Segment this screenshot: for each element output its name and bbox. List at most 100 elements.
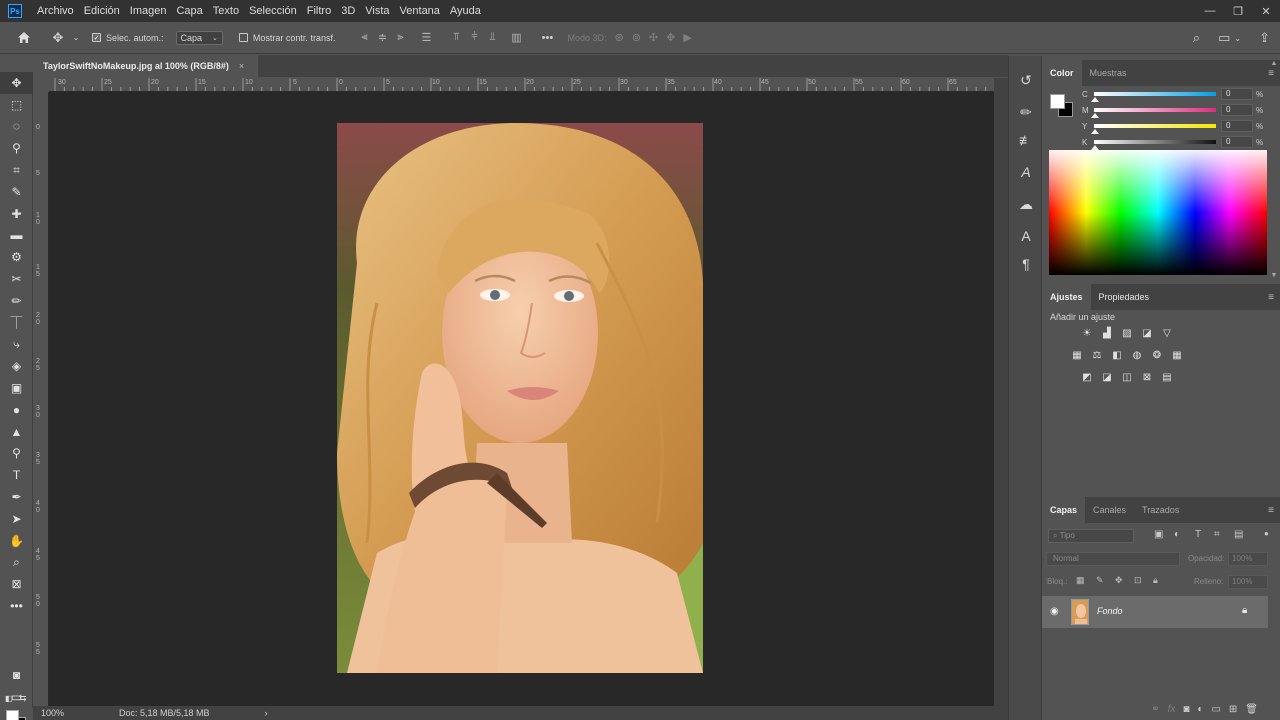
lasso-icon[interactable]: ◌ (0, 116, 33, 138)
zoom-level[interactable]: 100% (33, 708, 69, 718)
sharpen-icon[interactable]: ▲ (0, 421, 33, 443)
distribute-horizontal-icon[interactable]: ▥ (507, 22, 525, 54)
link-layers-icon[interactable]: ⚭ (1151, 704, 1159, 715)
move-tool-icon[interactable]: ✥ (0, 72, 33, 94)
menu-imagen[interactable]: Imagen (125, 0, 172, 22)
move-tool-icon[interactable]: ✥ (48, 22, 68, 54)
brush-icon[interactable]: ✏ (0, 290, 33, 312)
minimize-icon[interactable]: — (1196, 0, 1224, 22)
menu-edicion[interactable]: Edición (79, 0, 125, 22)
filter-toggle-icon[interactable]: ● (1264, 529, 1269, 538)
filter-shape-icon[interactable]: ⌗ (1214, 529, 1220, 540)
slider-track[interactable] (1091, 92, 1216, 102)
lock-all-icon[interactable]: 🔒︎ (1153, 575, 1158, 586)
screen-mode-icon[interactable]: ▭ (0, 686, 33, 708)
threshold-icon[interactable]: ◫ (1120, 370, 1134, 384)
orbit-3d-icon[interactable]: ⊛ (614, 31, 623, 44)
auto-select-checkbox[interactable]: ✓ (92, 33, 101, 42)
paragraph-icon[interactable]: ¶ (1009, 250, 1043, 278)
foreground-color-swatch[interactable] (6, 710, 19, 720)
panel-menu-icon[interactable]: ≡ (1268, 292, 1274, 303)
menu-ventana[interactable]: Ventana (395, 0, 445, 22)
workspace-chevron-icon[interactable]: ⌄ (1234, 22, 1241, 54)
history-icon[interactable]: ↺ (1009, 66, 1043, 94)
color-balance-icon[interactable]: ⚖ (1090, 348, 1104, 362)
stamp-icon[interactable]: ⏉ (0, 312, 33, 334)
magenta-slider[interactable]: M 0 % (1082, 103, 1272, 118)
align-bottom-icon[interactable]: ⫫ (483, 22, 501, 54)
blend-mode-dropdown[interactable]: Normal (1046, 552, 1180, 566)
document-canvas[interactable] (49, 92, 994, 706)
layer-filter-search[interactable]: ⌕ Tipo (1048, 529, 1134, 543)
healing-icon[interactable]: ✚ (0, 203, 33, 225)
frame-icon[interactable]: ⊠ (0, 573, 33, 595)
slider-value[interactable]: 0 (1221, 120, 1253, 132)
magic-wand-icon[interactable]: ⚲ (0, 137, 33, 159)
menu-vista[interactable]: Vista (360, 0, 394, 22)
zoom-icon[interactable]: ⌕ (0, 552, 33, 574)
slider-track[interactable] (1091, 124, 1216, 134)
scale-3d-icon[interactable]: ▶ (683, 31, 691, 44)
exposure-icon[interactable]: ◪ (1140, 326, 1154, 340)
add-mask-icon[interactable]: ◙ (1183, 704, 1189, 715)
restore-icon[interactable]: ❐ (1224, 0, 1252, 22)
align-right-icon[interactable]: ⫸ (391, 22, 409, 54)
lock-position-icon[interactable]: ✥ (1115, 575, 1123, 586)
posterize-icon[interactable]: ◪ (1100, 370, 1114, 384)
share-icon[interactable]: ⇪ (1259, 22, 1270, 54)
curves-icon[interactable]: ▨ (1120, 326, 1134, 340)
channel-mixer-icon[interactable]: ❂ (1150, 348, 1164, 362)
close-tab-icon[interactable]: × (239, 61, 244, 71)
properties-sliders-icon[interactable]: ≢ (1009, 126, 1043, 154)
slider-value[interactable]: 0 (1221, 88, 1253, 100)
character-icon[interactable]: A (1009, 222, 1043, 250)
slider-thumb[interactable] (1091, 113, 1099, 118)
pen-icon[interactable]: ✒ (0, 486, 33, 508)
path-select-icon[interactable]: ➤ (0, 508, 33, 530)
show-transform-checkbox[interactable] (238, 33, 248, 42)
tab-capas[interactable]: Capas (1042, 497, 1086, 523)
selective-color-icon[interactable]: ⊠ (1140, 370, 1154, 384)
align-center-h-icon[interactable]: ≑ (373, 22, 391, 54)
opacity-field[interactable]: 100% (1228, 552, 1268, 566)
photo-filter-icon[interactable]: ◍ (1130, 348, 1144, 362)
lock-image-icon[interactable]: ✎ (1096, 575, 1104, 586)
libraries-icon[interactable]: ☁ (1009, 190, 1043, 218)
slider-track[interactable] (1091, 140, 1216, 150)
glyphs-icon[interactable]: A (1009, 158, 1043, 186)
tool-preset-chevron-icon[interactable]: ⌄ (68, 22, 84, 54)
brightness-contrast-icon[interactable]: ☀ (1080, 326, 1094, 340)
menu-seleccion[interactable]: Selección (244, 0, 302, 22)
new-group-icon[interactable]: ▭ (1211, 704, 1220, 715)
slider-thumb[interactable] (1091, 129, 1099, 134)
black-slider[interactable]: K 0 % (1082, 135, 1272, 150)
brush-settings-icon[interactable]: ✏ (1009, 98, 1043, 126)
filter-adjustment-icon[interactable]: ◐ (1174, 529, 1180, 540)
menu-3d[interactable]: 3D (336, 0, 360, 22)
color-lookup-icon[interactable]: ▦ (1170, 348, 1184, 362)
show-transform-option[interactable]: Mostrar contr. transf. (238, 33, 335, 43)
blur-icon[interactable]: ● (0, 399, 33, 421)
fill-field[interactable]: 100% (1228, 575, 1268, 589)
gradient-map-icon[interactable]: ▤ (1160, 370, 1174, 384)
hand-icon[interactable]: ✋ (0, 530, 33, 552)
auto-select-option[interactable]: ✓ Selec. autom.: (92, 33, 164, 43)
panel-scrollbar[interactable]: ▲ ▼ (1268, 60, 1280, 290)
drag-3d-icon[interactable]: ✣ (649, 31, 658, 44)
new-layer-icon[interactable]: ⊞ (1229, 704, 1237, 715)
menu-archivo[interactable]: Archivo (32, 0, 79, 22)
auto-select-target-dropdown[interactable]: Capa ⌄ (175, 30, 223, 45)
cyan-slider[interactable]: C 0 % (1082, 87, 1272, 102)
dodge-icon[interactable]: ⚲ (0, 443, 33, 465)
eraser-icon[interactable]: ◈ (0, 355, 33, 377)
slider-thumb[interactable] (1091, 97, 1099, 102)
color-spectrum[interactable] (1049, 150, 1267, 275)
delete-layer-icon[interactable]: 🗑︎ (1245, 704, 1258, 715)
quick-mask-icon[interactable]: ◙ (0, 664, 33, 686)
foreground-color-swatch[interactable] (1050, 94, 1065, 109)
content-aware-icon[interactable]: ⚙ (0, 246, 33, 268)
black-white-icon[interactable]: ◧ (1110, 348, 1124, 362)
layer-name[interactable]: Fondo (1097, 606, 1123, 616)
crop-icon[interactable]: ⌗ (0, 159, 33, 181)
filter-type-icon[interactable]: T (1195, 529, 1201, 540)
